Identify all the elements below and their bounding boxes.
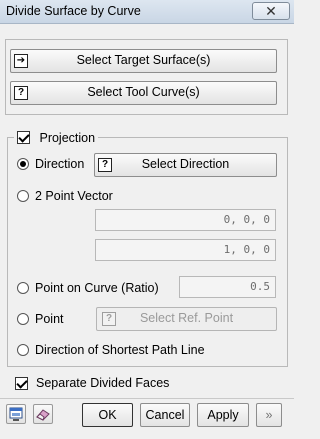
select-ref-point-label: Select Ref. Point (139, 311, 234, 325)
cancel-label: Cancel (145, 408, 185, 422)
direction-label: Direction (35, 157, 85, 171)
select-target-surface-label: Select Target Surface(s) (76, 53, 211, 67)
eraser-icon (36, 409, 50, 421)
apply-label: Apply (207, 408, 239, 422)
close-icon: ✕ (265, 2, 277, 19)
separate-faces-label: Separate Divided Faces (36, 376, 170, 390)
direction-radio[interactable] (17, 158, 29, 170)
projection-checkbox[interactable] (17, 131, 30, 145)
select-tool-curve-label: Select Tool Curve(s) (87, 85, 200, 99)
projection-label: Projection (39, 130, 96, 145)
two-point-vector-label: 2 Point Vector (35, 189, 113, 203)
select-ref-point-button[interactable]: ? Select Ref. Point (96, 307, 277, 331)
preview-button[interactable] (6, 404, 26, 424)
ok-button[interactable]: OK (82, 403, 133, 427)
eraser-button[interactable] (33, 404, 53, 424)
window-title: Divide Surface by Curve (6, 4, 141, 18)
apply-button[interactable]: Apply (197, 403, 249, 427)
question-icon: ? (102, 312, 116, 326)
curve-ratio-field[interactable]: 0.5 (179, 276, 276, 298)
close-button[interactable]: ✕ (252, 2, 290, 20)
separate-faces-checkbox[interactable] (15, 377, 28, 390)
point-on-curve-radio[interactable] (17, 282, 29, 294)
expand-button[interactable]: » (256, 403, 282, 427)
select-direction-label: Select Direction (141, 157, 230, 171)
ok-label: OK (98, 408, 117, 422)
select-tool-curve-button[interactable]: ? Select Tool Curve(s) (10, 81, 277, 105)
select-target-surface-button[interactable]: ➔ Select Target Surface(s) (10, 49, 277, 73)
question-icon: ? (98, 158, 112, 172)
shortest-path-label: Direction of Shortest Path Line (35, 343, 205, 357)
title-bar: Divide Surface by Curve ✕ (0, 0, 294, 24)
shortest-path-radio[interactable] (17, 344, 29, 356)
arrow-select-icon: ➔ (14, 54, 28, 68)
question-icon: ? (14, 86, 28, 100)
point-on-curve-label: Point on Curve (Ratio) (35, 281, 159, 295)
footer-separator (0, 398, 294, 399)
double-chevron-right-icon: » (265, 408, 273, 422)
projection-legend: Projection (14, 130, 99, 145)
point-label: Point (35, 312, 64, 326)
point-radio[interactable] (17, 313, 29, 325)
vector-point2-field[interactable]: 1, 0, 0 (95, 239, 276, 261)
preview-icon (9, 407, 23, 421)
cancel-button[interactable]: Cancel (140, 403, 190, 427)
two-point-vector-radio[interactable] (17, 190, 29, 202)
vector-point1-field[interactable]: 0, 0, 0 (95, 209, 276, 231)
select-direction-button[interactable]: ? Select Direction (94, 153, 277, 177)
